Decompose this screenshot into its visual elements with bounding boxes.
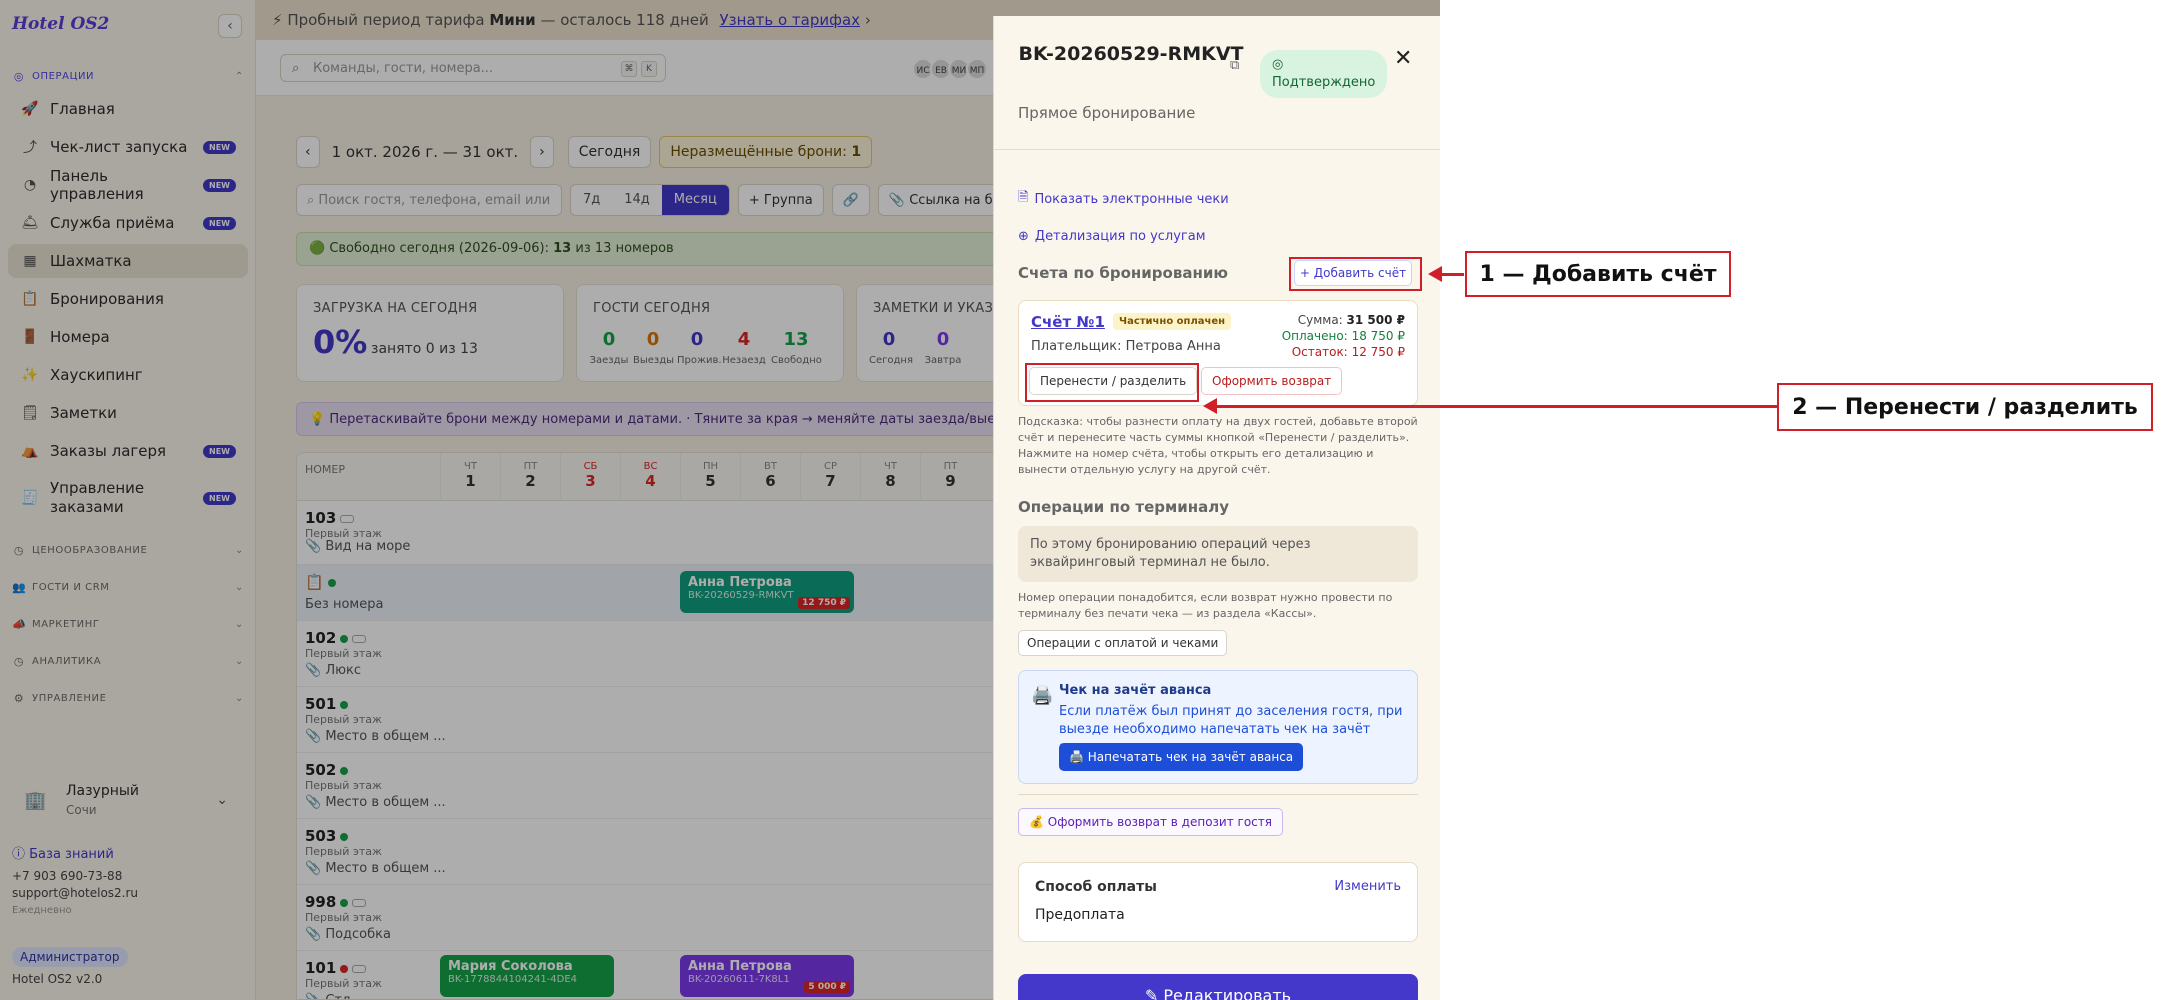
terminal-empty-state: По этому бронированию операций через экв… (1018, 526, 1418, 582)
refund-button[interactable]: Оформить возврат (1201, 367, 1343, 395)
invoice-paid: Оплачено: 18 750 ₽ (1281, 329, 1405, 343)
show-receipts-link[interactable]: 🗎 Показать электронные чеки (1018, 188, 1229, 210)
print-advance-receipt-button[interactable]: 🖨️ Напечатать чек на зачёт аванса (1059, 743, 1304, 771)
copy-icon[interactable]: ⧉ (1230, 58, 1239, 73)
services-details-link[interactable]: ⊕ Детализация по услугам (1018, 229, 1206, 244)
invoice-payer: Плательщик: Петрова Анна (1031, 339, 1221, 354)
check-circle-icon: ◎ (1272, 57, 1284, 72)
arrow-1-line (1440, 273, 1464, 276)
document-icon: 🗎 (1018, 190, 1029, 205)
payment-method-card: Способ оплаты Изменить Предоплата (1018, 862, 1418, 942)
terminal-section-title: Операции по терминалу (1018, 498, 1230, 516)
callout-2: 2 — Перенести / разделить (1777, 383, 2153, 431)
highlight-transfer-split (1025, 363, 1199, 402)
highlight-add-invoice (1289, 257, 1422, 291)
booking-source: Прямое бронирование (1018, 104, 1196, 122)
booking-code: BK-20260529-RMKVT (1018, 43, 1244, 65)
booking-drawer: BK-20260529-RMKVT ⧉ ◎ Подтверждено ✕ Пря… (993, 16, 1440, 1000)
advance-receipt-card: 🖨️ Чек на зачёт аванса Если платёж был п… (1018, 670, 1418, 784)
divider (1018, 794, 1418, 795)
pencil-icon: ✎ (1144, 986, 1164, 1000)
payment-operations-button[interactable]: Операции с оплатой и чеками (1018, 630, 1228, 656)
change-payment-link[interactable]: Изменить (1334, 879, 1401, 894)
deposit-refund-button[interactable]: 💰 Оформить возврат в депозит гостя (1018, 808, 1283, 836)
invoice-status-badge: Частично оплачен (1113, 313, 1232, 330)
printer-icon: 🖨️ (1031, 685, 1054, 706)
invoice-sum: Сумма: 31 500 ₽ (1297, 313, 1405, 327)
drawer-header: BK-20260529-RMKVT ⧉ ◎ Подтверждено ✕ Пря… (994, 16, 1440, 150)
arrow-2-line (1214, 405, 1777, 408)
invoice-number-link[interactable]: Счёт №1 (1031, 313, 1105, 331)
app-window: Hotel OS2 ‹ ◎ ОПЕРАЦИИ ⌃ 🚀 Главная ⤴ Чек… (0, 0, 1440, 1000)
invoice-tip: Подсказка: чтобы разнести оплату на двух… (1018, 415, 1418, 476)
status-badge: ◎ Подтверждено (1260, 50, 1388, 98)
invoice-remaining: Остаток: 12 750 ₽ (1291, 345, 1405, 359)
terminal-note: Номер операции понадобится, если возврат… (1018, 591, 1393, 620)
payment-method-value: Предоплата (1035, 907, 1125, 923)
close-icon[interactable]: ✕ (1394, 46, 1412, 71)
plus-circle-icon: ⊕ (1018, 229, 1029, 244)
accounts-section-title: Счета по бронированию (1018, 264, 1228, 282)
callout-1: 1 — Добавить счёт (1465, 251, 1731, 297)
edit-booking-button[interactable]: ✎ Редактировать (1018, 974, 1418, 1000)
